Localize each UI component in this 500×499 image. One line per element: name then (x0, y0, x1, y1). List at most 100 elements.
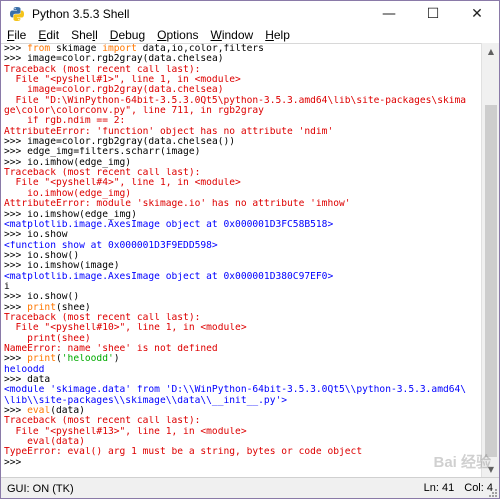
shell-line: >>> image=color.rgb2gray(data.chelsea) (1, 54, 481, 64)
close-icon: ✕ (471, 5, 483, 22)
shell-line: >>> io.imshow(edge_img) (1, 210, 481, 220)
shell-text-segment: File "<pyshell#10>", line 1, in <module> (4, 323, 247, 334)
shell-text-segment: Traceback (most recent call last): (4, 64, 201, 75)
shell-line: >>> io.show() (1, 292, 481, 302)
idle-shell-window: Python 3.5.3 Shell — ☐ ✕ File Edit Shell… (0, 0, 500, 499)
shell-text-segment: Traceback (most recent call last): (4, 168, 201, 179)
shell-prompt: >>> (4, 354, 28, 365)
scroll-up-arrow-icon[interactable]: ▲ (482, 43, 499, 59)
shell-text-segment: (shee) (56, 302, 91, 313)
shell-text-segment: image=color.rgb2gray(data.chelsea) (27, 54, 224, 65)
scroll-down-arrow-icon[interactable]: ▼ (482, 461, 499, 477)
resize-grip-icon[interactable] (488, 488, 498, 498)
shell-line: Traceback (most recent call last): (1, 416, 481, 426)
gui-status: GUI: ON (TK) (7, 482, 74, 495)
shell-text-segment: print(shee) (4, 333, 91, 344)
shell-line: if rgb.ndim == 2: (1, 116, 481, 126)
shell-line: File "<pyshell#1>", line 1, in <module> (1, 75, 481, 85)
shell-line: >>> image=color.rgb2gray(data.chelsea()) (1, 137, 481, 147)
shell-text-segment: Traceback (most recent call last): (4, 416, 201, 427)
shell-line: File "<pyshell#10>", line 1, in <module> (1, 323, 481, 333)
shell-text-segment: io.show (27, 230, 68, 241)
shell-text-segment: AttributeError: module 'skimage.io' has … (4, 199, 351, 210)
shell-line: print(shee) (1, 334, 481, 344)
shell-text-segment: image=color.rgb2gray(data.chelsea()) (27, 137, 236, 148)
shell-prompt: >>> (4, 292, 28, 303)
line-indicator: Ln: 41 (423, 482, 455, 494)
shell-text-segment: data (27, 375, 51, 385)
shell-prompt: >>> (4, 230, 28, 241)
shell-text-segment: File "<pyshell#13>", line 1, in <module> (4, 426, 247, 437)
shell-text-segment: AttributeError: 'function' object has no… (4, 126, 334, 137)
shell-text-segment: print (27, 302, 56, 313)
shell-text-segment: 'heloodd' (61, 354, 114, 365)
shell-text-segment: import (102, 44, 137, 54)
window-title: Python 3.5.3 Shell (32, 6, 130, 21)
shell-prompt: >>> (4, 250, 28, 261)
shell-prompt: >>> (4, 209, 28, 220)
shell-line: >>> edge_img=filters.scharr(image) (1, 147, 481, 157)
shell-line: >>> from skimage import data,io,color,fi… (1, 44, 481, 54)
shell-text-segment: (data) (50, 406, 85, 417)
shell-line: <matplotlib.image.AxesImage object at 0x… (1, 272, 481, 282)
shell-line: >>> io.show() (1, 251, 481, 261)
shell-line: \lib\\site-packages\\skimage\\data\\__in… (1, 396, 481, 406)
shell-text-segment: heloodd (4, 364, 45, 375)
menu-bar: File Edit Shell Debug Options Window Hel… (1, 26, 499, 43)
shell-text-segment: ) (113, 354, 120, 365)
shell-line: image=color.rgb2gray(data.chelsea) (1, 85, 481, 95)
shell-line: AttributeError: module 'skimage.io' has … (1, 199, 481, 209)
shell-prompt: >>> (4, 375, 28, 385)
shell-text-segment: io.imshow(image) (27, 261, 120, 272)
window-controls: — ☐ ✕ (367, 1, 499, 26)
maximize-button[interactable]: ☐ (411, 1, 455, 26)
shell-line: Traceback (most recent call last): (1, 65, 481, 75)
shell-line: TypeError: eval() arg 1 must be a string… (1, 447, 481, 457)
python-logo-icon (10, 6, 24, 21)
shell-line: eval(data) (1, 437, 481, 447)
shell-prompt: >>> (4, 147, 28, 158)
status-bar: GUI: ON (TK) Ln: 41 Col: 4 (1, 477, 499, 498)
shell-prompt: >>> (4, 54, 28, 65)
shell-prompt: >>> (4, 406, 28, 417)
menu-shell[interactable]: Shell (65, 28, 104, 42)
shell-text-segment: edge_img=filters.scharr(image) (27, 147, 201, 158)
menu-edit[interactable]: Edit (32, 28, 65, 42)
close-button[interactable]: ✕ (455, 1, 499, 26)
menu-window[interactable]: Window (205, 28, 260, 42)
shell-line: NameError: name 'shee' is not defined (1, 344, 481, 354)
shell-line: File "<pyshell#13>", line 1, in <module> (1, 427, 481, 437)
minimize-button[interactable]: — (367, 1, 411, 26)
shell-line: File "D:\WinPython-64bit-3.5.3.0Qt5\pyth… (1, 96, 481, 106)
shell-prompt: >>> (4, 137, 28, 148)
scroll-thumb[interactable] (485, 105, 497, 457)
shell-line: >>> eval(data) (1, 406, 481, 416)
shell-text-segment: ge\color\colorconv.py", line 711, in rgb… (4, 106, 264, 117)
menu-file[interactable]: File (1, 28, 32, 42)
shell-text-segment: io.imshow(edge_img) (27, 209, 137, 220)
shell-line: <function show at 0x000001D3F9EDD598> (1, 241, 481, 251)
shell-text-segment: from (27, 44, 51, 54)
shell-text-segment: File "<pyshell#1>", line 1, in <module> (4, 75, 241, 86)
shell-text-segment: io.show() (27, 292, 80, 303)
shell-line: io.imhow(edge_img) (1, 189, 481, 199)
menu-debug[interactable]: Debug (104, 28, 151, 42)
shell-text-segment: eval (27, 406, 51, 417)
shell-text-segment: if rgb.ndim == 2: (4, 116, 126, 127)
shell-text-segment: File "D:\WinPython-64bit-3.5.3.0Qt5\pyth… (4, 95, 467, 106)
shell-prompt: >>> (4, 157, 28, 168)
menu-help[interactable]: Help (259, 28, 296, 42)
shell-line: >>> data (1, 375, 481, 385)
shell-line: <matplotlib.image.AxesImage object at 0x… (1, 220, 481, 230)
shell-prompt: >>> (4, 302, 28, 313)
shell-text-segment: io.show() (27, 250, 80, 261)
title-bar[interactable]: Python 3.5.3 Shell — ☐ ✕ (1, 1, 499, 26)
shell-text-segment: NameError: name 'shee' is not defined (4, 343, 218, 354)
vertical-scrollbar[interactable]: ▲ ▼ (481, 43, 499, 477)
menu-options[interactable]: Options (151, 28, 204, 42)
shell-text-area[interactable]: >>> from skimage import data,io,color,fi… (1, 43, 481, 478)
shell-text-segment: eval(data) (4, 437, 85, 448)
shell-text-segment: <matplotlib.image.AxesImage object at 0x… (4, 271, 334, 282)
shell-text-segment: File "<pyshell#4>", line 1, in <module> (4, 178, 241, 189)
shell-prompt: >>> (4, 457, 28, 468)
